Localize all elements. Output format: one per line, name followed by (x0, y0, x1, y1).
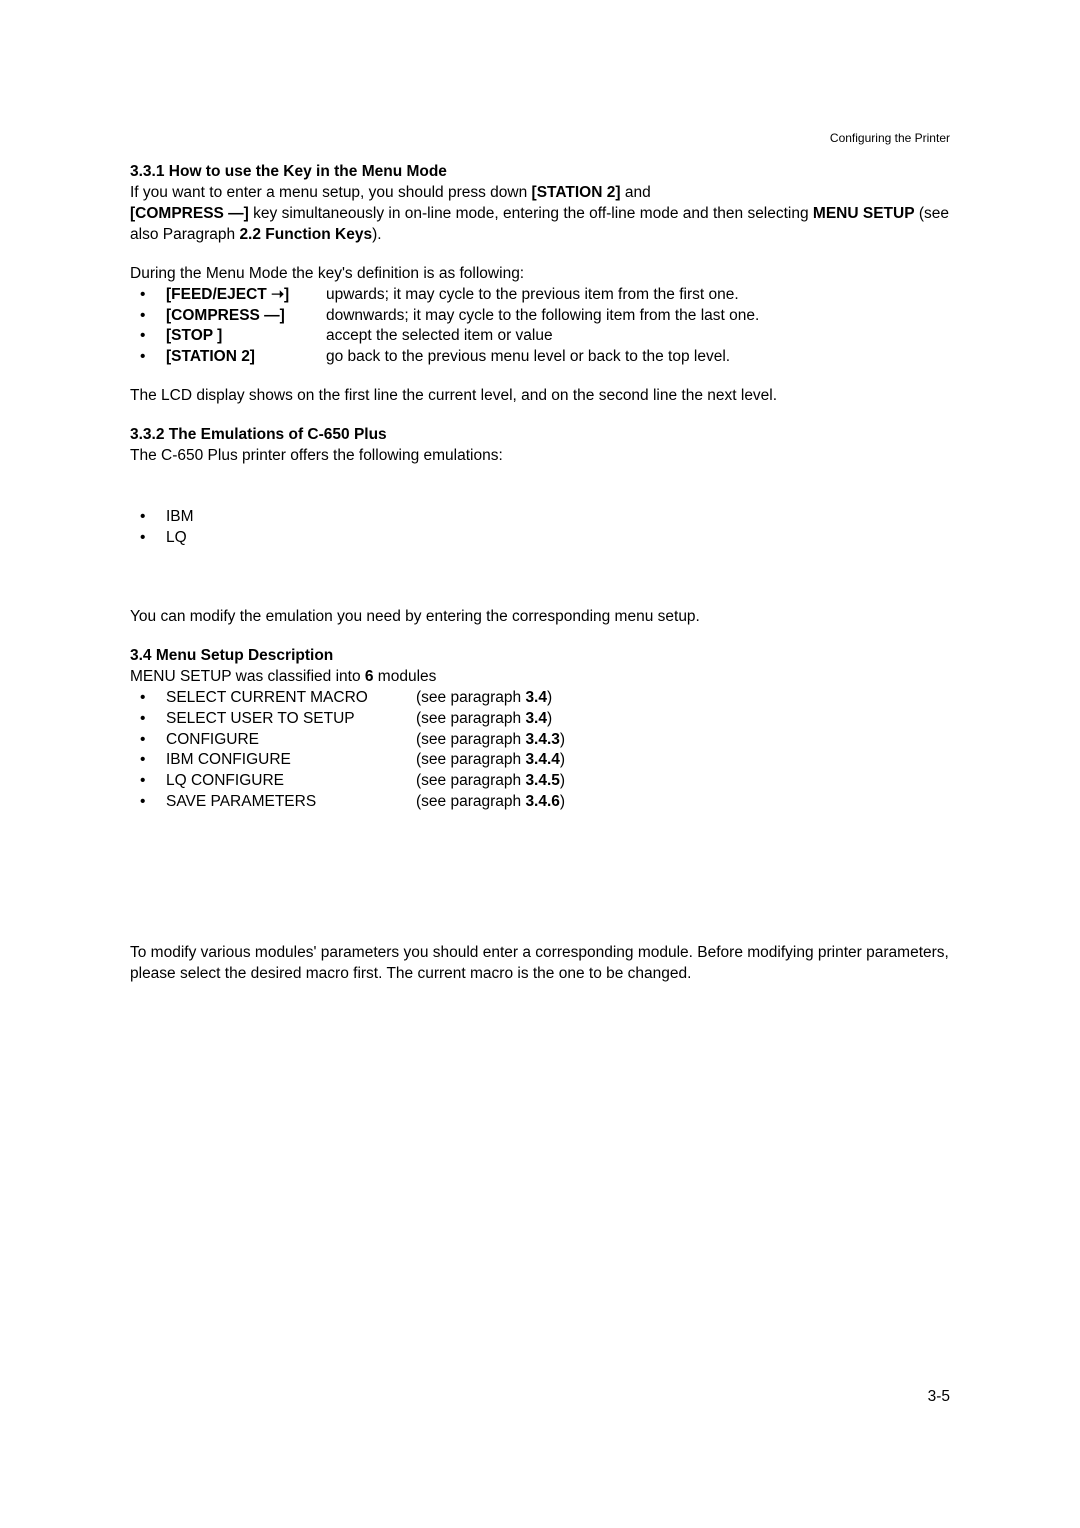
key-station2: [STATION 2] (532, 184, 621, 201)
closing-34: To modify various modules' parameters yo… (130, 943, 950, 985)
page-content: 3.3.1 How to use the Key in the Menu Mod… (130, 162, 950, 985)
ref-pre: (see paragraph (416, 793, 525, 810)
list-item: [COMPRESS —]downwards; it may cycle to t… (130, 306, 950, 327)
heading-34: 3.4 Menu Setup Description (130, 646, 950, 667)
module-name: SAVE PARAMETERS (166, 792, 416, 813)
lcd-text: The LCD display shows on the first line … (130, 386, 950, 407)
text: MENU SETUP was classified into (130, 668, 365, 685)
text: key simultaneously in on-line mode, ente… (249, 205, 813, 222)
ref-post: ) (560, 793, 565, 810)
header-right: Configuring the Printer (830, 130, 950, 146)
ref-pre: (see paragraph (416, 772, 525, 789)
module-name: LQ CONFIGURE (166, 771, 416, 792)
keydefs-list: [FEED/EJECT ➝]upwards; it may cycle to t… (130, 285, 950, 369)
list-item: [FEED/EJECT ➝]upwards; it may cycle to t… (130, 285, 950, 306)
ref-pre: (see paragraph (416, 710, 525, 727)
page-number: 3-5 (928, 1387, 950, 1408)
ref-bold: 3.4.3 (525, 731, 559, 748)
keydefs-block: During the Menu Mode the key's definitio… (130, 264, 950, 369)
menu-setup: MENU SETUP (813, 205, 915, 222)
ref-post: ) (560, 772, 565, 789)
list-item: IBM CONFIGURE(see paragraph 3.4.4) (130, 750, 950, 771)
module-name: SELECT CURRENT MACRO (166, 688, 416, 709)
section-331: 3.3.1 How to use the Key in the Menu Mod… (130, 162, 950, 246)
ref-post: ) (547, 710, 552, 727)
heading-331: 3.3.1 How to use the Key in the Menu Mod… (130, 162, 950, 183)
list-item: SAVE PARAMETERS(see paragraph 3.4.6) (130, 792, 950, 813)
ref-pre: (see paragraph (416, 689, 525, 706)
heading-332: 3.3.2 The Emulations of C-650 Plus (130, 425, 950, 446)
intro-331: If you want to enter a menu setup, you s… (130, 183, 950, 246)
section-332: 3.3.2 The Emulations of C-650 Plus The C… (130, 425, 950, 467)
key-label: [STOP ] (166, 326, 326, 347)
ref-pre: (see paragraph (416, 731, 525, 748)
list-item: CONFIGURE(see paragraph 3.4.3) (130, 730, 950, 751)
key-desc: accept the selected item or value (326, 327, 553, 344)
modules-list: SELECT CURRENT MACRO(see paragraph 3.4) … (130, 688, 950, 814)
key-desc: upwards; it may cycle to the previous it… (326, 286, 739, 303)
lcd-block: The LCD display shows on the first line … (130, 386, 950, 407)
key-label: [STATION 2] (166, 347, 326, 368)
six: 6 (365, 668, 374, 685)
closing-332: You can modify the emulation you need by… (130, 607, 950, 628)
text: and (621, 184, 651, 201)
list-item: LQ (130, 528, 950, 549)
module-name: SELECT USER TO SETUP (166, 709, 416, 730)
ref-22: 2.2 Function Keys (239, 226, 372, 243)
ref-pre: (see paragraph (416, 751, 525, 768)
list-item: SELECT USER TO SETUP(see paragraph 3.4) (130, 709, 950, 730)
ref-bold: 3.4 (525, 689, 547, 706)
list-item: [STATION 2]go back to the previous menu … (130, 347, 950, 368)
list-item: LQ CONFIGURE(see paragraph 3.4.5) (130, 771, 950, 792)
key-desc: downwards; it may cycle to the following… (326, 307, 759, 324)
ref-bold: 3.4.4 (525, 751, 559, 768)
text: modules (374, 668, 437, 685)
ref-post: ) (547, 689, 552, 706)
module-name: CONFIGURE (166, 730, 416, 751)
list-item: [STOP ]accept the selected item or value (130, 326, 950, 347)
key-label: [COMPRESS —] (166, 306, 326, 327)
ref-bold: 3.4.6 (525, 793, 559, 810)
ref-bold: 3.4.5 (525, 772, 559, 789)
intro-34: MENU SETUP was classified into 6 modules (130, 667, 950, 688)
text: If you want to enter a menu setup, you s… (130, 184, 532, 201)
module-name: IBM CONFIGURE (166, 750, 416, 771)
text: ). (372, 226, 381, 243)
key-label: [FEED/EJECT ➝] (166, 285, 326, 306)
ref-bold: 3.4 (525, 710, 547, 727)
ref-post: ) (560, 731, 565, 748)
section-34: 3.4 Menu Setup Description MENU SETUP wa… (130, 646, 950, 813)
key-desc: go back to the previous menu level or ba… (326, 348, 730, 365)
emulations-list: IBM LQ (130, 507, 950, 549)
ref-post: ) (560, 751, 565, 768)
key-compress: [COMPRESS —] (130, 205, 249, 222)
during-text: During the Menu Mode the key's definitio… (130, 264, 950, 285)
list-item: IBM (130, 507, 950, 528)
list-item: SELECT CURRENT MACRO(see paragraph 3.4) (130, 688, 950, 709)
intro-332: The C-650 Plus printer offers the follow… (130, 446, 950, 467)
